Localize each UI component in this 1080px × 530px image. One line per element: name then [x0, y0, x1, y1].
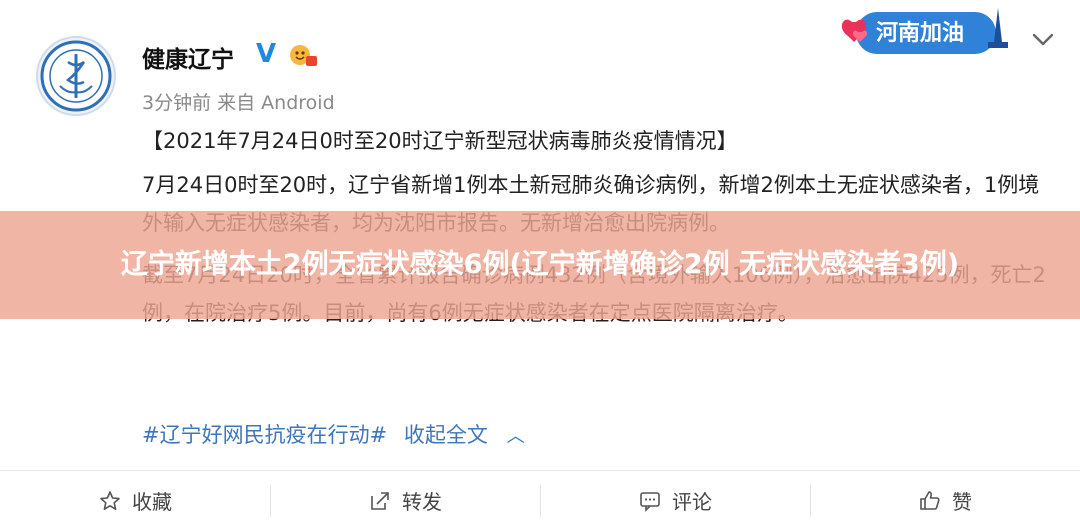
- health-emblem-icon: [40, 40, 112, 112]
- star-icon: [100, 490, 120, 510]
- fan-level-icon: [290, 45, 317, 66]
- repost-label: 转发: [402, 490, 442, 514]
- action-bar: 收藏 转发 评论 赞: [0, 470, 1080, 530]
- post-headline: 【2021年7月24日0时至20时辽宁新型冠状病毒肺炎疫情情况】: [142, 129, 738, 153]
- comment-label: 评论: [672, 490, 712, 514]
- comment-button[interactable]: 评论: [540, 471, 810, 530]
- like-label: 赞: [952, 490, 972, 514]
- chevron-down-icon[interactable]: [1030, 26, 1056, 52]
- favorite-button[interactable]: 收藏: [0, 471, 270, 530]
- overlay-title: 辽宁新增本土2例无症状感染6例(辽宁新增确诊2例 无症状感染者3例): [120, 249, 960, 280]
- comment-icon: [640, 491, 660, 512]
- overlay-banner: 辽宁新增本土2例无症状感染6例(辽宁新增确诊2例 无症状感染者3例): [0, 211, 1080, 319]
- verified-icon: V: [256, 39, 277, 69]
- chevron-up-icon[interactable]: ︿: [507, 420, 525, 454]
- collapse-text-button[interactable]: 收起全文: [404, 423, 488, 447]
- favorite-label: 收藏: [132, 490, 172, 514]
- hashtag-link[interactable]: #辽宁好网民抗疫在行动#: [142, 423, 387, 447]
- repost-icon: [371, 491, 389, 510]
- sticker-text: 河南加油: [876, 21, 964, 46]
- henan-jiayou-sticker: 河南加油: [841, 8, 1008, 54]
- repost-button[interactable]: 转发: [270, 471, 540, 530]
- like-button[interactable]: 赞: [810, 471, 1080, 530]
- thumbs-up-icon: [920, 490, 940, 510]
- account-name[interactable]: 健康辽宁: [142, 40, 234, 74]
- post-meta: 3分钟前 来自 Android: [142, 92, 335, 114]
- hashtag-row: #辽宁好网民抗疫在行动# 收起全文 ︿: [142, 418, 525, 454]
- avatar[interactable]: [36, 36, 116, 116]
